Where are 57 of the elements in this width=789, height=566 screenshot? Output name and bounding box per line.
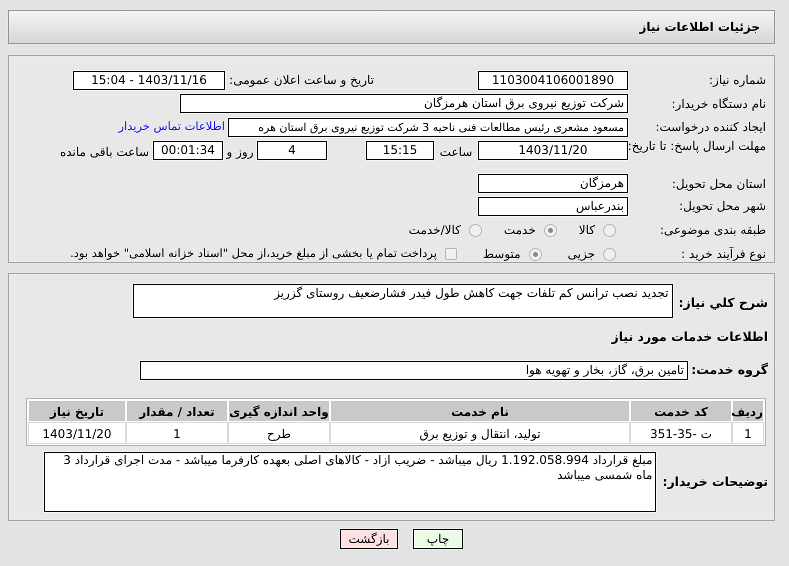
field-label: ساعت باقی مانده: [60, 144, 149, 161]
column-header: تعداد / مقدار: [126, 400, 228, 422]
field-label: روز و: [225, 144, 254, 161]
city-field: بندرعباس: [478, 196, 628, 216]
field-label: نام دستگاه خریدار:: [670, 96, 766, 112]
need-number-field: 1103004106001890: [478, 70, 628, 90]
field-label: گروه خدمت:: [690, 360, 768, 379]
table-cell: تولید، انتقال و توزیع برق: [330, 422, 630, 444]
table-cell: ت -35-351: [630, 422, 732, 444]
print-button[interactable]: چاپ: [413, 529, 463, 549]
field-label: توضیحات خریدار:: [662, 472, 768, 491]
date-field: 1403/11/20: [478, 141, 628, 160]
table-cell: 1: [126, 422, 228, 444]
option-label: خدمت: [504, 222, 536, 239]
table-cell: طرح: [228, 422, 330, 444]
field-label: مهلت ارسال پاسخ: تا تاریخ:: [628, 139, 766, 153]
field-label: نوع فرآیند خرید :: [680, 246, 766, 263]
column-header: واحد اندازه گیری: [228, 400, 330, 422]
radio-button[interactable]: [468, 224, 482, 236]
description-box: تجدید نصب ترانس کم تلفات جهت کاهش طول فیدر فشارضعیف روستای گزریز: [132, 284, 673, 318]
checkbox[interactable]: [444, 248, 457, 260]
page-title: جزئیات اطلاعات نیاز: [639, 19, 760, 36]
option-label: کالا/خدمت: [408, 222, 461, 239]
field-label: طبقه بندی موضوعی:: [658, 222, 766, 239]
radio-button[interactable]: [544, 224, 557, 236]
requester-field: مسعود مشعری رئیس مطالعات فنی ناحیه 3 شرکت توزیع نیروی برق استان هره: [228, 118, 628, 136]
time-field: 15:15: [366, 141, 434, 160]
radio-button[interactable]: [603, 248, 616, 260]
remaining-time-field: 00:01:34: [153, 141, 223, 160]
column-header: کد خدمت: [630, 400, 732, 422]
back-button[interactable]: بازگشت: [340, 529, 398, 549]
column-header: تاریخ نیاز: [28, 400, 126, 422]
announce-date-field: 1403/11/16 - 15:04: [73, 70, 225, 90]
buyer-notes-box: مبلغ قرارداد 1.192.058.994 ریال میباشد - ضریب ازاد - کالاهای اصلی بعهده کارفرما میباشد - مدت اجرای قرارداد 3 ماه شمسی میباشد: [44, 452, 656, 512]
days-field: 4: [257, 141, 327, 160]
payment-text: پرداخت تمام یا بخشی از مبلغ خرید،از محل "اسناد خزانه اسلامی" خواهد بود.: [70, 245, 437, 262]
section-heading: اطلاعات خدمات مورد نياز: [610, 328, 768, 346]
field-label: شهر محل تحویل:: [678, 198, 766, 215]
column-header: نام خدمت: [330, 400, 630, 422]
radio-button[interactable]: [528, 248, 542, 260]
field-label: شرح کلي نياز:: [678, 294, 768, 312]
table-cell: 1: [732, 422, 764, 444]
field-label: استان محل تحویل:: [670, 176, 766, 192]
option-label: جزیی: [568, 246, 595, 263]
buyer-org-field: شرکت توزیع نیروی برق استان هرمزگان: [180, 94, 628, 113]
field-label: شماره نیاز:: [708, 72, 766, 89]
province-field: هرمزگان: [478, 174, 628, 193]
option-label: کالا: [578, 222, 595, 239]
service-group-field: تامین برق، گاز، بخار و تهویه هوا: [140, 360, 688, 380]
field-label: ایجاد کننده درخواست:: [654, 119, 766, 136]
table-cell: 1403/11/20: [28, 422, 126, 444]
field-label: تاریخ و ساعت اعلان عمومی:: [228, 72, 375, 89]
option-label: متوسط: [482, 246, 521, 263]
radio-button[interactable]: [603, 224, 616, 236]
column-header: ردیف: [732, 400, 764, 422]
contact-link[interactable]: اطلاعات تماس خریدار: [118, 118, 225, 136]
field-label: ساعت: [438, 144, 474, 161]
